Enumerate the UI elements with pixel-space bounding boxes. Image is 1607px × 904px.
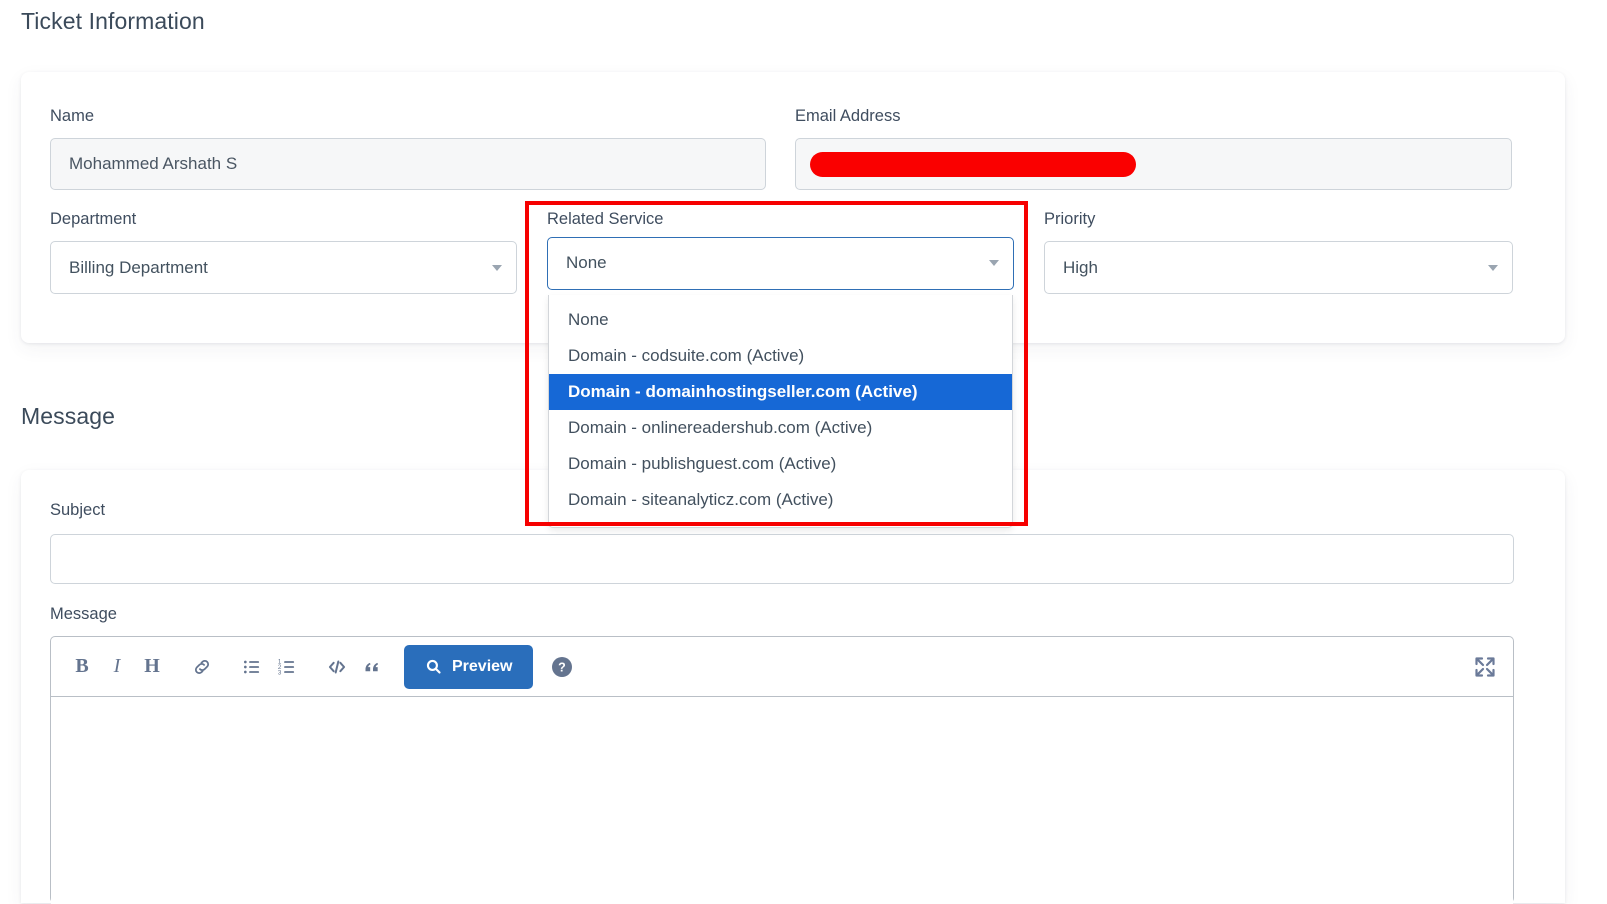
dropdown-option[interactable]: None — [549, 302, 1012, 338]
message-editor: B I H 1 2 3 Preview ? — [50, 636, 1514, 904]
chevron-down-icon — [1488, 264, 1498, 271]
dropdown-option[interactable]: Domain - publishguest.com (Active) — [549, 446, 1012, 482]
related-service-group: Related Service None None Domain - codsu… — [547, 210, 1014, 528]
subject-label: Subject — [50, 501, 106, 519]
ticket-information-heading: Ticket Information — [21, 8, 205, 34]
priority-select[interactable]: High — [1044, 241, 1513, 294]
related-service-dropdown-menu[interactable]: None Domain - codsuite.com (Active) Doma… — [548, 295, 1013, 528]
preview-button-label: Preview — [452, 657, 513, 675]
message-textarea[interactable] — [51, 697, 1513, 904]
dropdown-option[interactable]: Domain - onlinereadershub.com (Active) — [549, 410, 1012, 446]
email-label: Email Address — [795, 107, 901, 125]
preview-button[interactable]: Preview — [404, 644, 534, 689]
name-label: Name — [50, 107, 95, 125]
svg-text:?: ? — [559, 660, 567, 674]
email-input[interactable] — [795, 138, 1512, 190]
department-label: Department — [50, 210, 137, 228]
related-service-selected-value: None — [566, 253, 607, 272]
svg-text:3: 3 — [278, 669, 282, 676]
quote-button[interactable] — [355, 649, 389, 685]
dropdown-option-selected[interactable]: Domain - domainhostingseller.com (Active… — [549, 374, 1012, 410]
name-input[interactable]: Mohammed Arshath S — [50, 138, 766, 190]
chevron-down-icon — [989, 260, 999, 266]
priority-label: Priority — [1044, 210, 1096, 228]
message-label: Message — [50, 605, 117, 623]
ordered-list-icon[interactable]: 1 2 3 — [270, 649, 304, 685]
chevron-down-icon — [492, 264, 502, 271]
bold-button[interactable]: B — [65, 649, 99, 685]
code-button[interactable] — [320, 649, 354, 685]
dropdown-option[interactable]: Domain - siteanalyticz.com (Active) — [549, 482, 1012, 518]
italic-button[interactable]: I — [100, 649, 134, 685]
question-circle-icon[interactable]: ? — [549, 654, 575, 680]
priority-selected-value: High — [1063, 257, 1098, 277]
department-selected-value: Billing Department — [69, 257, 208, 277]
email-redaction-bar — [810, 151, 1136, 177]
dropdown-option[interactable]: Domain - codsuite.com (Active) — [549, 338, 1012, 374]
link-icon[interactable] — [185, 649, 219, 685]
editor-toolbar: B I H 1 2 3 Preview ? — [51, 637, 1513, 697]
heading-button[interactable]: H — [135, 649, 169, 685]
department-select[interactable]: Billing Department — [50, 241, 517, 294]
subject-input[interactable] — [50, 534, 1514, 584]
unordered-list-icon[interactable] — [235, 649, 269, 685]
related-service-label: Related Service — [547, 210, 664, 228]
message-heading: Message — [21, 403, 116, 429]
search-icon — [426, 659, 441, 674]
ticket-form-page: Ticket Information Name Mohammed Arshath… — [0, 0, 1607, 904]
related-service-select[interactable]: None — [547, 236, 1014, 290]
expand-arrows-icon[interactable] — [1473, 655, 1497, 679]
